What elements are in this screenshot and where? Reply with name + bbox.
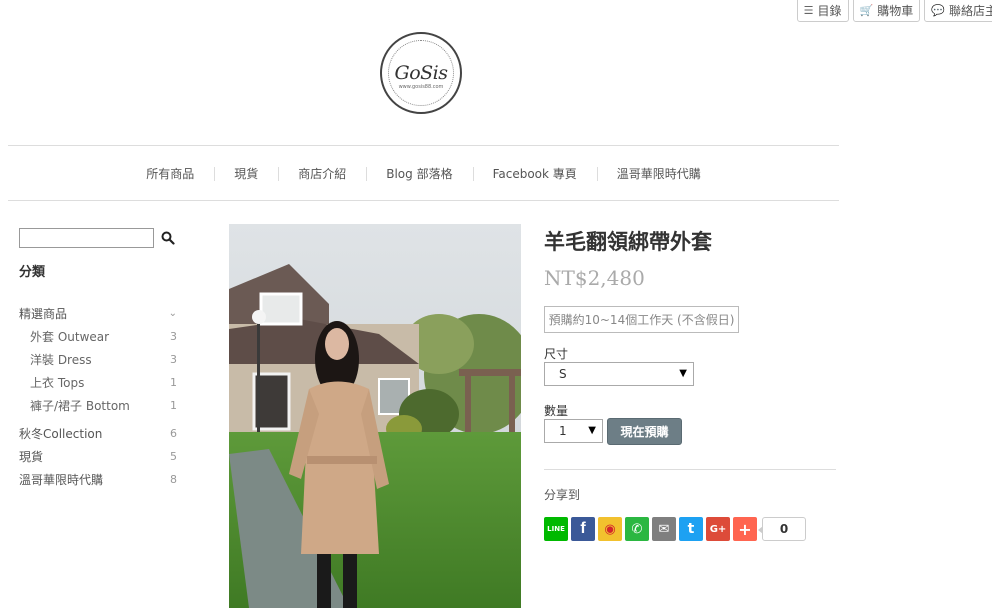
contact-button[interactable]: 💬 聯絡店主 xyxy=(924,0,992,22)
category-autumn-winter[interactable]: 秋冬Collection 6 xyxy=(19,422,177,445)
category-label: 褲子/裙子 Bottom xyxy=(30,399,130,413)
store-logo[interactable]: GoSis www.gosis88.com xyxy=(380,32,462,114)
nav-all-products[interactable]: 所有商品 xyxy=(126,165,214,182)
category-label: 溫哥華限時代購 xyxy=(19,473,104,487)
category-label: 現貨 xyxy=(19,450,44,464)
search-icon[interactable] xyxy=(161,231,175,245)
category-title: 分類 xyxy=(19,265,46,280)
divider xyxy=(544,469,836,470)
google-plus-icon[interactable]: G+ xyxy=(706,517,730,541)
cart-label: 購物車 xyxy=(877,4,914,18)
category-count: 3 xyxy=(170,353,177,366)
catalog-label: 目錄 xyxy=(817,4,842,18)
category-count: 5 xyxy=(170,450,177,463)
dropdown-arrow-icon: ▼ xyxy=(588,425,596,436)
category-tops[interactable]: 上衣 Tops 1 xyxy=(19,371,177,394)
nav-blog[interactable]: Blog 部落格 xyxy=(366,165,472,182)
category-label: 洋裝 Dress xyxy=(30,353,92,367)
size-value: S xyxy=(559,367,567,381)
category-bottom[interactable]: 褲子/裙子 Bottom 1 xyxy=(19,394,177,417)
more-share-icon[interactable]: + xyxy=(733,517,757,541)
category-label: 精選商品 xyxy=(19,307,68,321)
search-input[interactable] xyxy=(19,228,154,248)
category-count: 1 xyxy=(170,399,177,412)
share-label: 分享到 xyxy=(544,488,581,502)
share-buttons: LINE f ◉ ✆ ✉ t G+ + 0 xyxy=(544,517,806,541)
nav-about-store[interactable]: 商店介紹 xyxy=(278,165,366,182)
twitter-icon[interactable]: t xyxy=(679,517,703,541)
nav-in-stock[interactable]: 現貨 xyxy=(214,165,278,182)
size-label: 尺寸 xyxy=(544,347,569,361)
line-icon[interactable]: LINE xyxy=(544,517,568,541)
dropdown-arrow-icon: ▼ xyxy=(679,368,687,379)
quantity-select[interactable]: 1 ▼ xyxy=(544,419,603,443)
chat-icon: 💬 xyxy=(931,4,945,17)
cart-button[interactable]: 🛒 購物車 xyxy=(852,0,921,22)
category-featured[interactable]: 精選商品 ⌄ xyxy=(19,302,177,325)
whatsapp-icon[interactable]: ✆ xyxy=(625,517,649,541)
category-vancouver[interactable]: 溫哥華限時代購 8 xyxy=(19,468,177,491)
preorder-now-button[interactable]: 現在預購 xyxy=(607,418,682,445)
size-select[interactable]: S ▼ xyxy=(544,362,694,386)
category-label: 外套 Outwear xyxy=(30,330,110,344)
category-count: 3 xyxy=(170,330,177,343)
main-nav: 所有商品 現貨 商店介紹 Blog 部落格 Facebook 專頁 溫哥華限時代… xyxy=(8,145,839,201)
quantity-label: 數量 xyxy=(544,404,569,418)
product-photo[interactable] xyxy=(229,224,521,608)
nav-facebook[interactable]: Facebook 專頁 xyxy=(472,165,597,182)
category-count: 6 xyxy=(170,427,177,440)
chevron-down-icon[interactable]: ⌄ xyxy=(169,308,177,319)
cart-icon: 🛒 xyxy=(859,4,874,17)
contact-label: 聯絡店主 xyxy=(948,4,992,18)
category-label: 秋冬Collection xyxy=(19,427,103,441)
category-count: 1 xyxy=(170,376,177,389)
category-dress[interactable]: 洋裝 Dress 3 xyxy=(19,348,177,371)
category-outwear[interactable]: 外套 Outwear 3 xyxy=(19,325,177,348)
product-title: 羊毛翻領綁帶外套 xyxy=(544,230,712,254)
logo-url: www.gosis88.com xyxy=(398,84,444,90)
category-count: 8 xyxy=(170,473,177,486)
category-list: 精選商品 ⌄ 外套 Outwear 3 洋裝 Dress 3 上衣 Tops 1… xyxy=(19,302,177,491)
quantity-value: 1 xyxy=(559,424,567,438)
preorder-note: 預購約10~14個工作天 (不含假日) xyxy=(544,306,739,333)
list-icon: ☰ xyxy=(803,4,814,17)
category-in-stock[interactable]: 現貨 5 xyxy=(19,445,177,468)
nav-vancouver-buy[interactable]: 溫哥華限時代購 xyxy=(596,165,721,182)
catalog-button[interactable]: ☰ 目錄 xyxy=(796,0,849,22)
share-count: 0 xyxy=(758,517,806,541)
logo-text: GoSis xyxy=(394,62,448,84)
facebook-icon[interactable]: f xyxy=(571,517,595,541)
email-icon[interactable]: ✉ xyxy=(652,517,676,541)
utility-bar: ☰ 目錄 🛒 購物車 💬 聯絡店主 xyxy=(796,0,992,22)
weibo-icon[interactable]: ◉ xyxy=(598,517,622,541)
product-price: NT$2,480 xyxy=(544,266,645,290)
category-label: 上衣 Tops xyxy=(30,376,85,390)
